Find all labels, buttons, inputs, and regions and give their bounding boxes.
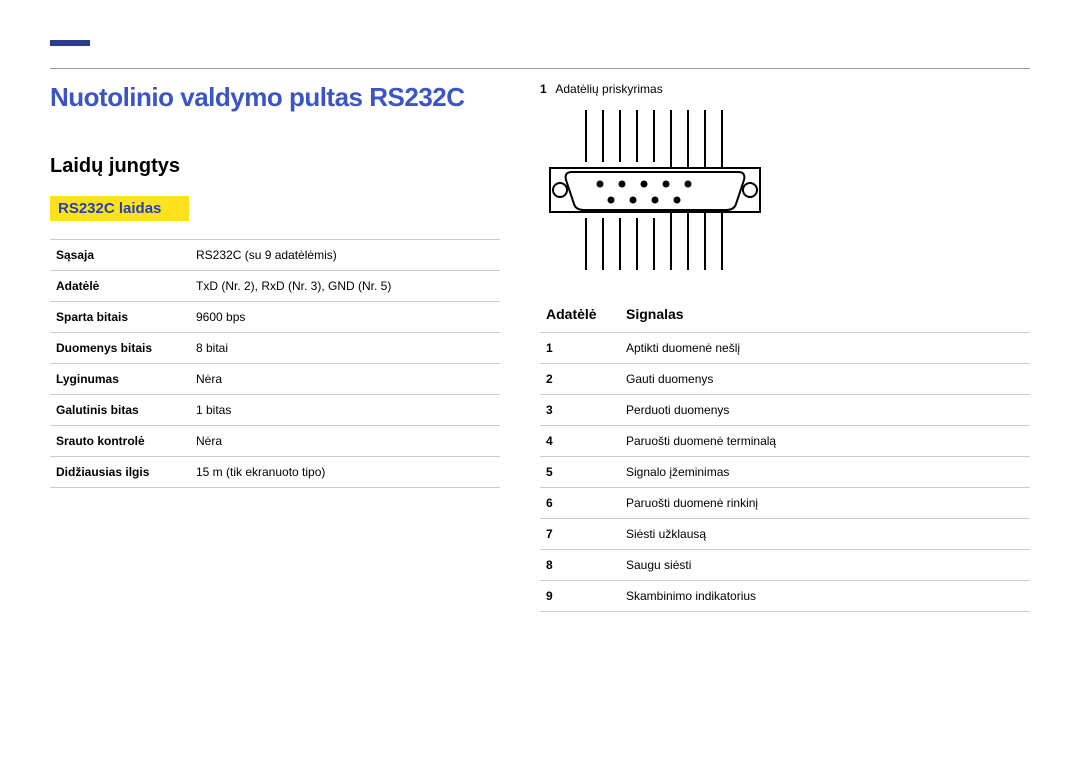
spec-val: 8 bitai — [190, 333, 500, 364]
pin-num: 8 — [540, 550, 620, 581]
pin-signal: Saugu siėsti — [620, 550, 1030, 581]
db9-connector-icon — [540, 110, 770, 270]
spec-val: 15 m (tik ekranuoto tipo) — [190, 457, 500, 488]
page-title: Nuotolinio valdymo pultas RS232C — [50, 82, 500, 113]
table-row: 3Perduoti duomenys — [540, 395, 1030, 426]
pin-table: Adatėlė Signalas 1Aptikti duomenė nešlį … — [540, 300, 1030, 612]
table-row: Duomenys bitais8 bitai — [50, 333, 500, 364]
table-row: SąsajaRS232C (su 9 adatėlėmis) — [50, 240, 500, 271]
table-row: 5Signalo įžeminimas — [540, 457, 1030, 488]
spec-key: Duomenys bitais — [50, 333, 190, 364]
pin-num: 5 — [540, 457, 620, 488]
spec-val: Nėra — [190, 364, 500, 395]
spec-key: Sąsaja — [50, 240, 190, 271]
table-row: LyginumasNėra — [50, 364, 500, 395]
table-row: 9Skambinimo indikatorius — [540, 581, 1030, 612]
pin-signal: Skambinimo indikatorius — [620, 581, 1030, 612]
pin-signal: Siėsti užklausą — [620, 519, 1030, 550]
top-separator — [50, 68, 1030, 69]
table-row: Didžiausias ilgis15 m (tik ekranuoto tip… — [50, 457, 500, 488]
cable-label: RS232C laidas — [50, 196, 189, 221]
pin-signal: Perduoti duomenys — [620, 395, 1030, 426]
spec-key: Didžiausias ilgis — [50, 457, 190, 488]
brand-rule — [50, 40, 90, 46]
pin-signal: Paruošti duomenė rinkinį — [620, 488, 1030, 519]
pin-num: 6 — [540, 488, 620, 519]
table-row: 6Paruošti duomenė rinkinį — [540, 488, 1030, 519]
spec-key: Srauto kontrolė — [50, 426, 190, 457]
table-row: AdatėlėTxD (Nr. 2), RxD (Nr. 3), GND (Nr… — [50, 271, 500, 302]
table-row: 4Paruošti duomenė terminalą — [540, 426, 1030, 457]
pin-header-signal: Signalas — [620, 300, 1030, 333]
table-row: 8Saugu siėsti — [540, 550, 1030, 581]
section-subtitle: Laidų jungtys — [50, 155, 500, 178]
pin-signal: Gauti duomenys — [620, 364, 1030, 395]
pin-caption-num: 1 — [540, 82, 547, 96]
pin-signal: Aptikti duomenė nešlį — [620, 333, 1030, 364]
pin-header-pin: Adatėlė — [540, 300, 620, 333]
pin-num: 4 — [540, 426, 620, 457]
pin-num: 7 — [540, 519, 620, 550]
pin-caption-text: Adatėlių priskyrimas — [555, 82, 662, 96]
table-row: Srauto kontrolėNėra — [50, 426, 500, 457]
spec-key: Adatėlė — [50, 271, 190, 302]
pin-num: 2 — [540, 364, 620, 395]
table-row: 1Aptikti duomenė nešlį — [540, 333, 1030, 364]
spec-key: Lyginumas — [50, 364, 190, 395]
spec-key: Galutinis bitas — [50, 395, 190, 426]
table-row: 2Gauti duomenys — [540, 364, 1030, 395]
spec-table: SąsajaRS232C (su 9 adatėlėmis) AdatėlėTx… — [50, 239, 500, 488]
spec-key: Sparta bitais — [50, 302, 190, 333]
spec-val: Nėra — [190, 426, 500, 457]
spec-val: 9600 bps — [190, 302, 500, 333]
pin-signal: Paruošti duomenė terminalą — [620, 426, 1030, 457]
pin-num: 9 — [540, 581, 620, 612]
table-row: 7Siėsti užklausą — [540, 519, 1030, 550]
pin-signal: Signalo įžeminimas — [620, 457, 1030, 488]
spec-val: 1 bitas — [190, 395, 500, 426]
pin-num: 1 — [540, 333, 620, 364]
pin-caption: 1 Adatėlių priskyrimas — [540, 82, 1030, 96]
spec-val: TxD (Nr. 2), RxD (Nr. 3), GND (Nr. 5) — [190, 271, 500, 302]
table-row: Sparta bitais9600 bps — [50, 302, 500, 333]
spec-val: RS232C (su 9 adatėlėmis) — [190, 240, 500, 271]
pin-num: 3 — [540, 395, 620, 426]
table-row: Galutinis bitas1 bitas — [50, 395, 500, 426]
